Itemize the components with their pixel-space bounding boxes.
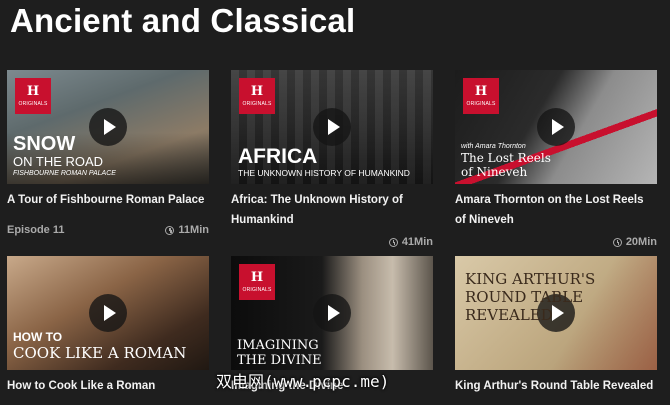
video-thumbnail[interactable]: H ORIGINALS with Amara Thornton The Lost…: [455, 70, 657, 184]
duration: 20Min: [625, 236, 657, 248]
clock-icon: [165, 225, 175, 235]
video-title[interactable]: How to Cook Like a Roman: [7, 376, 209, 396]
video-title[interactable]: King Arthur's Round Table Revealed: [455, 376, 657, 396]
play-icon[interactable]: [537, 108, 575, 146]
video-card[interactable]: KING ARTHUR'S ROUND TABLE REVEALED King …: [455, 256, 657, 396]
thumb-title: AFRICA: [238, 145, 318, 168]
thumb-title: IMAGINING: [237, 338, 319, 353]
episode-label: Episode 11: [7, 224, 65, 236]
duration: 41Min: [401, 236, 433, 248]
watermark: 双电网(www.pcpc.me): [216, 372, 390, 391]
video-thumbnail[interactable]: H ORIGINALS IMAGINING THE DIVINE: [231, 256, 433, 370]
video-thumbnail[interactable]: KING ARTHUR'S ROUND TABLE REVEALED: [455, 256, 657, 370]
video-thumbnail[interactable]: HOW TO COOK LIKE A ROMAN: [7, 256, 209, 370]
thumb-subtitle: ON THE ROAD: [13, 154, 104, 169]
thumb-subtitle: THE UNKNOWN HISTORY OF HUMANKIND: [238, 168, 410, 178]
video-thumbnail[interactable]: H ORIGINALS AFRICA THE UNKNOWN HISTORY O…: [231, 70, 433, 184]
thumb-title: The Lost Reels: [461, 151, 551, 165]
originals-badge: H ORIGINALS: [15, 78, 51, 114]
duration: 11Min: [178, 224, 209, 236]
originals-badge: H ORIGINALS: [463, 78, 499, 114]
thumb-caption: REVEALED: [465, 306, 553, 324]
video-title[interactable]: Amara Thornton on the Lost Reels of Nine…: [455, 190, 657, 230]
thumb-title: SNOW: [13, 133, 76, 155]
page-title: Ancient and Classical: [10, 2, 356, 39]
clock-icon: [388, 237, 398, 247]
thumb-caption: with Amara Thornton: [461, 143, 526, 150]
play-icon[interactable]: [313, 108, 351, 146]
video-card[interactable]: HOW TO COOK LIKE A ROMAN How to Cook Lik…: [7, 256, 209, 396]
video-thumbnail[interactable]: H ORIGINALS SNOW ON THE ROAD FISHBOURNE …: [7, 70, 209, 184]
thumb-title: KING ARTHUR'S: [465, 270, 596, 288]
thumb-subtitle: ROUND TABLE: [465, 288, 584, 306]
thumb-subtitle: of Nineveh: [461, 165, 528, 179]
thumb-caption: FISHBOURNE ROMAN PALACE: [13, 170, 116, 177]
video-title[interactable]: A Tour of Fishbourne Roman Palace: [7, 190, 209, 210]
video-card[interactable]: H ORIGINALS with Amara Thornton The Lost…: [455, 70, 657, 248]
video-card[interactable]: H ORIGINALS SNOW ON THE ROAD FISHBOURNE …: [7, 70, 209, 236]
originals-badge: H ORIGINALS: [239, 78, 275, 114]
thumb-subtitle: THE DIVINE: [237, 353, 322, 368]
play-icon[interactable]: [89, 294, 127, 332]
play-icon[interactable]: [313, 294, 351, 332]
thumb-subtitle: HOW TO: [13, 330, 63, 344]
clock-icon: [612, 237, 622, 247]
originals-badge: H ORIGINALS: [239, 264, 275, 300]
thumb-title: COOK LIKE A ROMAN: [13, 344, 187, 362]
video-title[interactable]: Africa: The Unknown History of Humankind: [231, 190, 433, 230]
video-card[interactable]: H ORIGINALS AFRICA THE UNKNOWN HISTORY O…: [231, 70, 433, 248]
